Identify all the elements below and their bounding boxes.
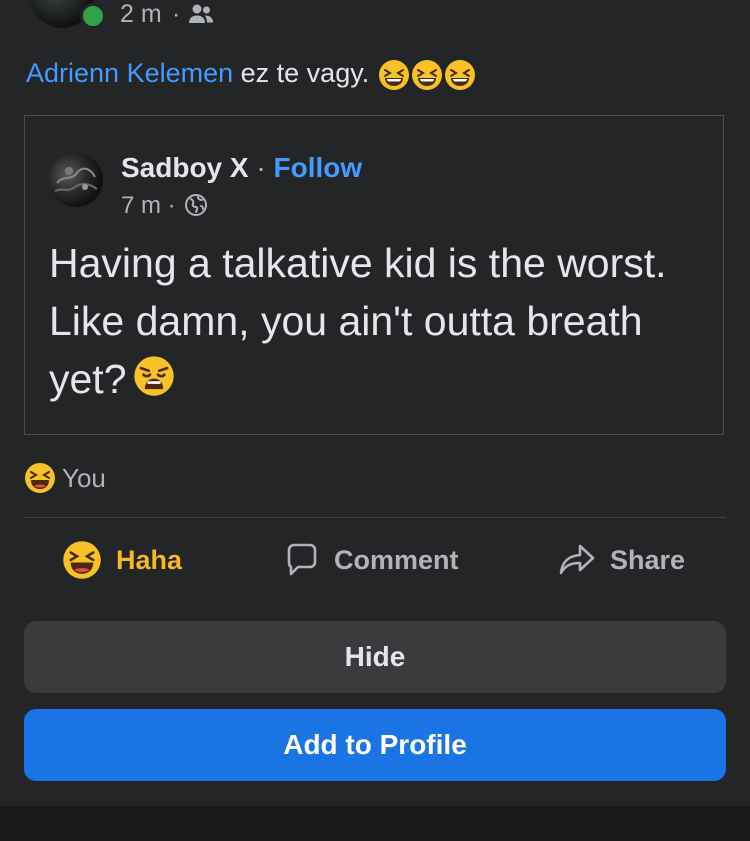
reactions-label: You — [62, 463, 106, 493]
shared-author-avatar[interactable] — [49, 153, 103, 207]
shared-post-time[interactable]: 7 m — [121, 192, 161, 219]
share-button[interactable]: Share — [558, 530, 685, 590]
laughing-face-emoji — [411, 59, 442, 90]
post-header-meta: 2 m · — [0, 0, 750, 32]
post-caption: Adrienn Kelemen ez te vagy. — [26, 56, 476, 91]
action-divider — [24, 517, 726, 518]
globe-icon — [185, 194, 208, 216]
avatar-pattern — [54, 167, 98, 192]
reactions-summary[interactable]: You — [24, 460, 106, 496]
share-label: Share — [610, 544, 686, 575]
laughing-face-emoji — [444, 59, 475, 90]
shared-author-name[interactable]: Sadboy X — [121, 152, 249, 183]
caption-text: ez te vagy. — [233, 58, 377, 88]
haha-reaction-button[interactable]: Haha — [62, 530, 182, 590]
haha-label: Haha — [116, 544, 183, 575]
shared-post-meta: 7 m · — [121, 192, 208, 220]
mention-link[interactable]: Adrienn Kelemen — [26, 58, 233, 88]
shared-post-card[interactable]: Sadboy X · Follow 7 m · Having a talkati… — [24, 115, 724, 435]
comment-label: Comment — [334, 544, 459, 575]
weary-face-emoji — [133, 356, 174, 396]
add-to-profile-button[interactable]: Add to Profile — [24, 709, 726, 781]
feed-separator — [0, 806, 750, 841]
meta-separator: · — [172, 0, 181, 28]
post-time[interactable]: 2 m — [120, 0, 162, 28]
online-status-dot — [80, 3, 106, 29]
follow-button[interactable]: Follow — [273, 152, 362, 183]
haha-reaction-emoji — [25, 463, 55, 493]
name-separator: · — [248, 152, 274, 183]
share-icon — [558, 542, 596, 578]
laughing-face-emoji — [378, 59, 409, 90]
shared-author-line: Sadboy X · Follow — [121, 152, 362, 184]
haha-icon — [62, 540, 102, 580]
shared-post-text: Having a talkative kid is the worst. Lik… — [49, 234, 709, 408]
comment-button[interactable]: Comment — [284, 530, 459, 590]
hide-button[interactable]: Hide — [24, 621, 726, 693]
post-actions-bar: Haha Comment Share — [0, 530, 750, 590]
time-separator: · — [161, 192, 183, 219]
friends-icon — [189, 4, 213, 23]
comment-icon — [284, 542, 320, 578]
